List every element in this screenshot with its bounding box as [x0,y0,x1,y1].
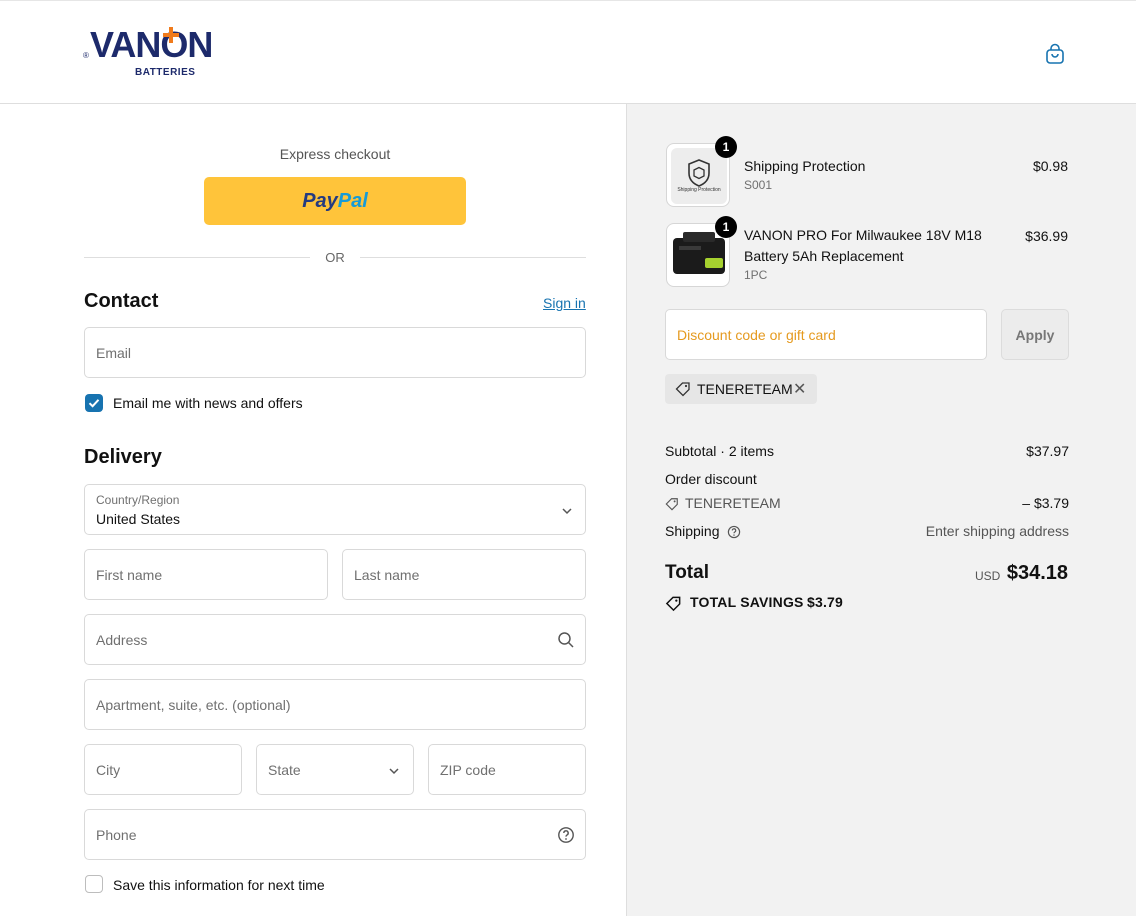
search-icon[interactable] [557,631,575,649]
item-price: $0.98 [1032,158,1068,174]
item-thumbnail-shipping-protection: Shipping Protection 1 [666,136,737,207]
first-name-field[interactable]: First name [84,549,328,600]
applied-discount-chip: TENERETEAM ✕ [665,374,817,404]
zip-placeholder: ZIP code [440,762,496,778]
help-circle-icon[interactable] [557,826,575,844]
chevron-down-icon [562,508,572,515]
logo-plus-icon [163,27,179,43]
logo-wordmark: VANON [90,24,213,65]
country-select[interactable]: Country/Region United States [84,484,586,535]
email-placeholder: Email [96,345,132,361]
apartment-placeholder: Apartment, suite, etc. (optional) [96,697,291,713]
sign-in-link[interactable]: Sign in [543,295,586,311]
total-currency: USD [975,569,1001,583]
discount-code-label: TENERETEAM [685,495,781,511]
delivery-heading: Delivery [84,446,162,468]
or-text: OR [325,250,345,265]
or-divider: OR [84,248,586,268]
help-circle-icon[interactable] [727,525,741,539]
paypal-button[interactable]: Pay Pal [204,177,466,225]
address-placeholder: Address [96,632,148,648]
express-checkout-label: Express checkout [279,146,391,162]
item-variant: 1PC [744,268,768,282]
applied-code-text: TENERETEAM [697,381,793,397]
news-checkbox[interactable] [85,394,103,412]
subtotal-value: $37.97 [1026,443,1069,459]
tag-icon [665,498,678,511]
discount-code-row: TENERETEAM – $3.79 [665,495,1069,515]
item-name-line-2: Battery 5Ah Replacement [744,248,904,264]
subtotal-row: Subtotal · 2 items $37.97 [665,443,1069,463]
discount-placeholder: Discount code or gift card [677,327,836,343]
paypal-wordmark-pay: Pay [302,189,338,212]
item-name: Shipping Protection [744,158,866,174]
last-name-placeholder: Last name [354,567,420,583]
vanon-logo[interactable]: ® VANON BATTERIES [83,27,238,83]
country-label: Country/Region [96,493,180,507]
discount-code-field[interactable]: Discount code or gift card [665,309,987,360]
logo-subtitle: BATTERIES [135,67,196,78]
remove-code-icon[interactable]: ✕ [793,379,806,399]
checkout-form: Express checkout Pay Pal OR Contact Sign … [0,104,626,916]
shipping-label: Shipping [665,523,720,539]
quantity-badge: 1 [715,216,737,238]
order-discount-label: Order discount [665,471,757,487]
city-placeholder: City [96,762,121,778]
first-name-placeholder: First name [96,567,163,583]
save-info-checkbox[interactable] [85,875,103,893]
zip-field[interactable]: ZIP code [428,744,586,795]
item-thumbnail-battery: 1 [666,216,737,287]
country-value: United States [96,511,181,527]
item-name-line-1: VANON PRO For Milwaukee 18V M18 [744,227,982,243]
total-label: Total [665,562,709,583]
order-summary: Shipping Protection 1 Shipping Protectio… [626,104,1136,916]
savings-value: $3.79 [807,594,844,610]
savings-label: TOTAL SAVINGS [690,594,804,610]
paypal-wordmark-pal: Pal [337,189,368,212]
item-price: $36.99 [1025,228,1068,244]
address-field[interactable]: Address [84,614,586,665]
thumbnail-caption: Shipping Protection [677,187,721,193]
shipping-value: Enter shipping address [925,523,1069,539]
quantity-badge: 1 [715,136,737,158]
contact-heading: Contact [84,290,159,312]
email-field[interactable]: Email [84,327,586,378]
state-select[interactable]: State [256,744,414,795]
phone-field[interactable]: Phone [84,809,586,860]
news-checkbox-label: Email me with news and offers [113,395,303,411]
apply-discount-button[interactable]: Apply [1001,309,1069,360]
shopping-bag-icon[interactable] [1043,42,1067,66]
tag-icon [675,382,690,397]
state-placeholder: State [268,762,301,778]
discount-value: – $3.79 [1022,495,1069,511]
shipping-row: Shipping Enter shipping address [665,523,1069,543]
savings-tag-icon [665,596,681,612]
header: ® VANON BATTERIES [0,0,1136,104]
save-info-label: Save this information for next time [113,877,325,893]
total-value: $34.18 [1006,562,1068,584]
order-discount-row: Order discount [665,471,1069,491]
subtotal-label: Subtotal · 2 items [665,443,774,459]
item-variant: S001 [744,178,773,192]
checkmark-icon [88,399,100,408]
apartment-field[interactable]: Apartment, suite, etc. (optional) [84,679,586,730]
last-name-field[interactable]: Last name [342,549,586,600]
city-field[interactable]: City [84,744,242,795]
logo-registered-mark: ® [83,51,89,60]
chevron-down-icon [389,768,399,775]
phone-placeholder: Phone [96,827,137,843]
